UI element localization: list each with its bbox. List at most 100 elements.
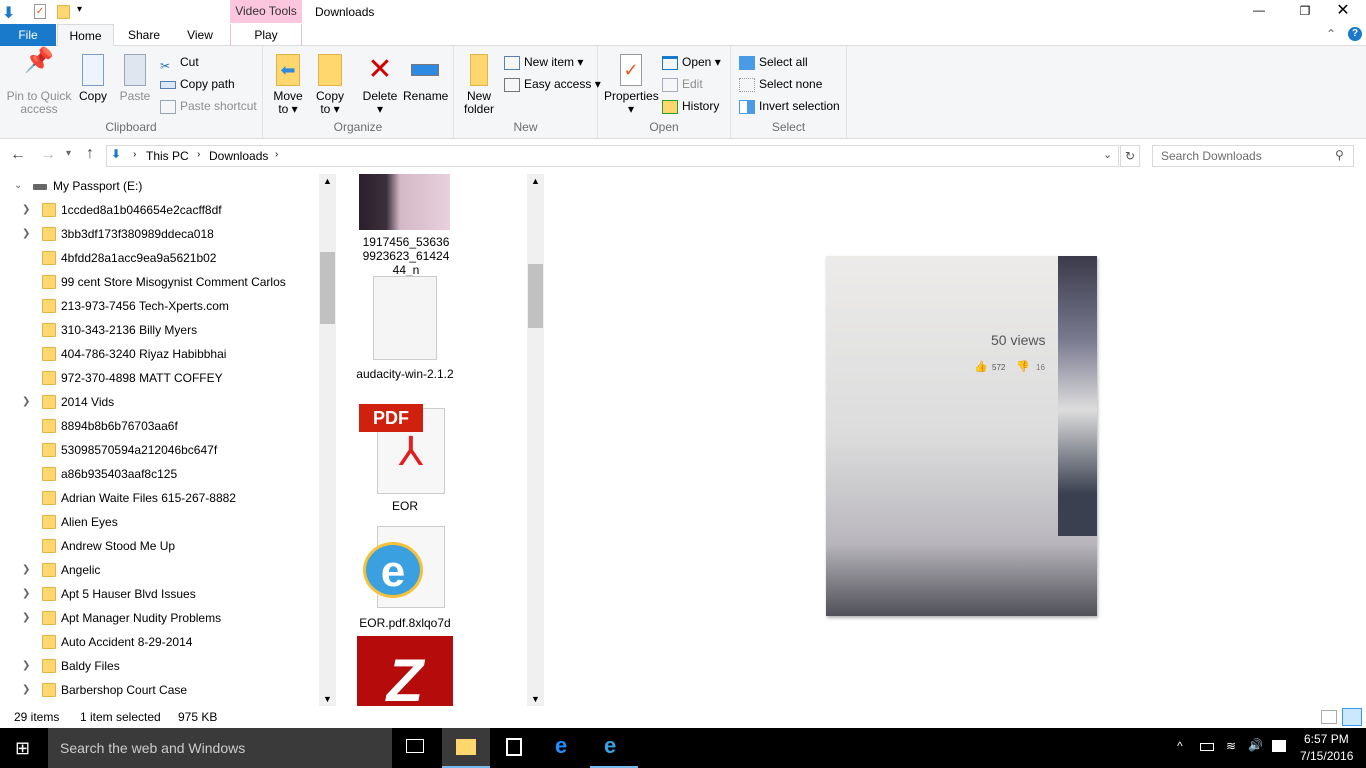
file-item[interactable]: Z xyxy=(347,636,463,706)
tree-item[interactable]: a86b935403aaf8c125 xyxy=(0,462,318,486)
tab-play[interactable]: Play xyxy=(230,24,302,46)
forward-button[interactable]: → xyxy=(40,146,56,164)
scroll-up-icon[interactable]: ▲ xyxy=(323,176,332,186)
action-center-icon[interactable] xyxy=(1272,740,1286,752)
refresh-button[interactable]: ↻ xyxy=(1120,145,1140,167)
close-button[interactable]: ✕ xyxy=(1320,0,1366,24)
large-icons-view-button[interactable] xyxy=(1342,708,1362,726)
edit-button[interactable]: Edit xyxy=(662,74,703,94)
rename-button[interactable]: Rename xyxy=(403,54,448,103)
breadcrumb-this-pc[interactable]: This PC xyxy=(146,149,189,163)
volume-icon[interactable]: 🔊 xyxy=(1248,738,1263,752)
file-item[interactable]: e EOR.pdf.8xlqo7d xyxy=(347,522,463,632)
expand-chevron-icon[interactable]: ❯ xyxy=(22,678,30,702)
tab-view[interactable]: View xyxy=(172,24,228,46)
clock-date[interactable]: 7/15/2016 xyxy=(1300,749,1353,763)
tree-item[interactable]: 213-973-7456 Tech-Xperts.com xyxy=(0,294,318,318)
tree-item[interactable]: 404-786-3240 Riyaz Habibbhai xyxy=(0,342,318,366)
tree-item[interactable]: 8894b8b6b76703aa6f xyxy=(0,414,318,438)
nav-scrollbar[interactable]: ▲ ▼ xyxy=(319,174,336,706)
tree-item[interactable]: ❯ Barbershop Court Case xyxy=(0,678,318,702)
minimize-button[interactable]: — xyxy=(1236,0,1282,24)
invert-selection-button[interactable]: Invert selection xyxy=(739,96,840,116)
copy-to-button[interactable]: Copy to ▾ xyxy=(313,54,347,116)
new-item-button[interactable]: New item ▾ xyxy=(504,52,583,72)
scroll-up-icon[interactable]: ▲ xyxy=(531,176,540,186)
up-button[interactable]: ↑ xyxy=(86,145,94,163)
tree-item[interactable]: ❯ Apt 5 Hauser Blvd Issues xyxy=(0,582,318,606)
tree-item[interactable]: Alien Eyes xyxy=(0,510,318,534)
expand-chevron-icon[interactable]: ❯ xyxy=(22,198,30,222)
file-item[interactable]: ⅄ PDF EOR xyxy=(347,404,463,514)
properties-qat-icon[interactable]: ✓ xyxy=(34,4,46,19)
tree-item[interactable]: ❯ 3bb3df173f380989ddeca018 xyxy=(0,222,318,246)
customize-qat-icon[interactable]: ▾ xyxy=(77,4,82,15)
expand-chevron-icon[interactable]: ❯ xyxy=(22,606,30,630)
properties-button[interactable]: ✓ Properties ▾ xyxy=(604,54,659,116)
tree-item-my-passport[interactable]: ⌄ My Passport (E:) xyxy=(0,174,318,198)
tree-item[interactable]: Adrian Waite Files 615-267-8882 xyxy=(0,486,318,510)
expand-chevron-icon[interactable]: ❯ xyxy=(22,390,30,414)
copy-button[interactable]: Copy xyxy=(76,54,110,103)
expand-chevron-icon[interactable]: ❯ xyxy=(22,582,30,606)
tree-item[interactable]: ❯ 1ccded8a1b046654e2cacff8df xyxy=(0,198,318,222)
wifi-icon[interactable]: ≋ xyxy=(1226,739,1236,753)
tree-item[interactable]: 4bfdd28a1acc9ea9a5621b02 xyxy=(0,246,318,270)
edge-icon[interactable]: e xyxy=(555,733,567,759)
tree-item[interactable]: 53098570594a212046bc647f xyxy=(0,438,318,462)
tab-share[interactable]: Share xyxy=(116,24,172,46)
address-bar[interactable]: ⬇ › This PC › Downloads › ⌄ xyxy=(106,145,1119,167)
select-none-button[interactable]: Select none xyxy=(739,74,822,94)
file-item[interactable]: audacity-win-2.1.2 xyxy=(347,275,463,395)
task-view-icon[interactable] xyxy=(406,739,424,753)
search-input[interactable]: Search Downloads ⚲ xyxy=(1152,145,1354,167)
tree-item[interactable]: 310-343-2136 Billy Myers xyxy=(0,318,318,342)
tree-item[interactable]: Andrew Stood Me Up xyxy=(0,534,318,558)
battery-icon[interactable] xyxy=(1200,743,1214,751)
help-icon[interactable]: ? xyxy=(1348,27,1362,41)
expand-chevron-icon[interactable]: ❯ xyxy=(22,222,30,246)
paste-button[interactable]: Paste xyxy=(118,54,152,103)
paste-shortcut-button[interactable]: Paste shortcut xyxy=(160,96,257,116)
clock-time[interactable]: 6:57 PM xyxy=(1304,732,1349,746)
history-button[interactable]: History xyxy=(662,96,719,116)
tree-item[interactable]: ❯ Angelic xyxy=(0,558,318,582)
file-explorer-taskbar-button[interactable] xyxy=(442,728,490,768)
file-item[interactable]: 1917456_536369923623_6142444_n xyxy=(347,172,463,277)
show-hidden-icons-icon[interactable]: ^ xyxy=(1177,739,1183,753)
delete-button[interactable]: ✕ Delete ▾ xyxy=(361,54,399,116)
new-folder-button[interactable]: New folder xyxy=(462,54,496,116)
collapse-ribbon-icon[interactable]: ⌃ xyxy=(1326,27,1336,41)
tree-item[interactable]: ❯ Apt Manager Nudity Problems xyxy=(0,606,318,630)
recent-locations-icon[interactable]: ▾ xyxy=(66,148,71,159)
store-icon[interactable] xyxy=(506,738,522,756)
tree-item[interactable]: ❯ 2014 Vids xyxy=(0,390,318,414)
tree-item[interactable]: 99 cent Store Misogynist Comment Carlos xyxy=(0,270,318,294)
quick-access-down-arrow-icon[interactable]: ⬇ xyxy=(2,3,15,23)
tree-item[interactable]: 972-370-4898 MATT COFFEY xyxy=(0,366,318,390)
start-windows-icon[interactable]: ⊞ xyxy=(15,738,30,759)
scroll-down-icon[interactable]: ▼ xyxy=(531,694,540,704)
tab-file[interactable]: File xyxy=(0,24,56,46)
file-list-scrollbar[interactable]: ▲ ▼ xyxy=(527,174,544,706)
easy-access-button[interactable]: Easy access ▾ xyxy=(504,74,601,94)
address-dropdown-icon[interactable]: ⌄ xyxy=(1103,148,1112,161)
new-folder-qat-icon[interactable] xyxy=(57,5,70,19)
cortana-search-box[interactable]: Search the web and Windows xyxy=(48,728,392,768)
pin-to-quick-access-button[interactable]: 📌 Pin to Quick access xyxy=(4,49,74,116)
internet-explorer-taskbar-button[interactable]: e xyxy=(590,728,638,768)
breadcrumb-downloads[interactable]: Downloads xyxy=(209,149,268,163)
move-to-button[interactable]: ⬅ Move to ▾ xyxy=(271,54,305,116)
expand-chevron-icon[interactable]: ❯ xyxy=(22,654,30,678)
tree-item[interactable]: ❯ Baldy Files xyxy=(0,654,318,678)
back-button[interactable]: ← xyxy=(10,146,26,164)
open-button[interactable]: Open ▾ xyxy=(662,52,721,72)
tab-home[interactable]: Home xyxy=(57,24,114,47)
copy-path-button[interactable]: Copy path xyxy=(160,74,235,94)
file-list-scrollbar-thumb[interactable] xyxy=(528,264,543,328)
details-view-button[interactable] xyxy=(1321,710,1337,724)
scroll-down-icon[interactable]: ▼ xyxy=(323,694,332,704)
tree-item[interactable]: Auto Accident 8-29-2014 xyxy=(0,630,318,654)
cut-button[interactable]: ✂ Cut xyxy=(160,52,199,73)
expand-chevron-icon[interactable]: ❯ xyxy=(22,558,30,582)
